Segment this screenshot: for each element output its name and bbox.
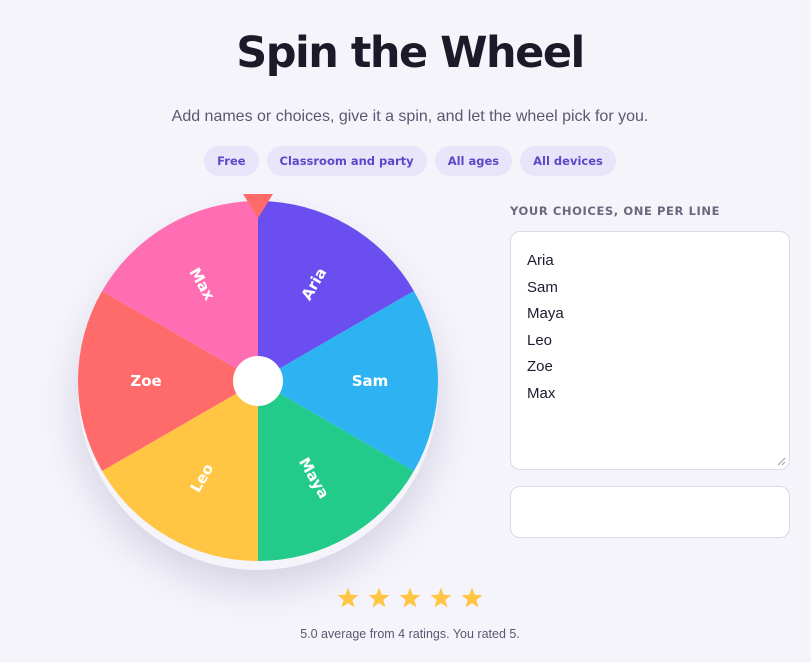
tag-free: Free: [204, 146, 259, 176]
resize-grip-icon[interactable]: [777, 457, 786, 466]
choice-line: Maya: [527, 305, 564, 322]
wheel-container[interactable]: Aria Sam Maya Leo Zoe Max: [70, 190, 446, 580]
star-icon[interactable]: [429, 586, 453, 610]
star-rating[interactable]: [336, 586, 484, 610]
choices-label: YOUR CHOICES, ONE PER LINE: [510, 204, 721, 218]
choice-line: Leo: [527, 331, 553, 349]
tag-list: Free Classroom and party All ages All de…: [0, 146, 811, 176]
choice-line: Max: [527, 384, 556, 402]
star-icon[interactable]: [336, 586, 360, 610]
choice-line: Aria: [527, 252, 554, 269]
choices-textarea[interactable]: Aria Sam Maya Leo Zoe Max: [510, 231, 790, 470]
tag-all-ages: All ages: [434, 146, 513, 176]
spin-wheel[interactable]: AriaSamMayaLeoZoeMax: [70, 190, 446, 580]
star-icon[interactable]: [398, 586, 422, 610]
rating-summary: 5.0 average from 4 ratings. You rated 5.: [300, 627, 520, 641]
choice-input[interactable]: [510, 486, 790, 538]
page-title: Spin the Wheel: [236, 28, 585, 78]
page-subtitle: Add names or choices, give it a spin, an…: [171, 108, 649, 125]
wheel-label-zoe: Zoe: [130, 372, 161, 390]
tag-classroom-party: Classroom and party: [266, 146, 427, 176]
star-icon[interactable]: [367, 586, 391, 610]
tag-all-devices: All devices: [520, 146, 616, 176]
choice-line: Zoe: [527, 358, 553, 375]
wheel-label-sam: Sam: [352, 372, 389, 390]
choice-line: Sam: [527, 278, 558, 296]
page: Spin the Wheel Add names or choices, giv…: [0, 0, 811, 662]
star-icon[interactable]: [460, 586, 484, 610]
wheel-hub[interactable]: [233, 356, 283, 406]
